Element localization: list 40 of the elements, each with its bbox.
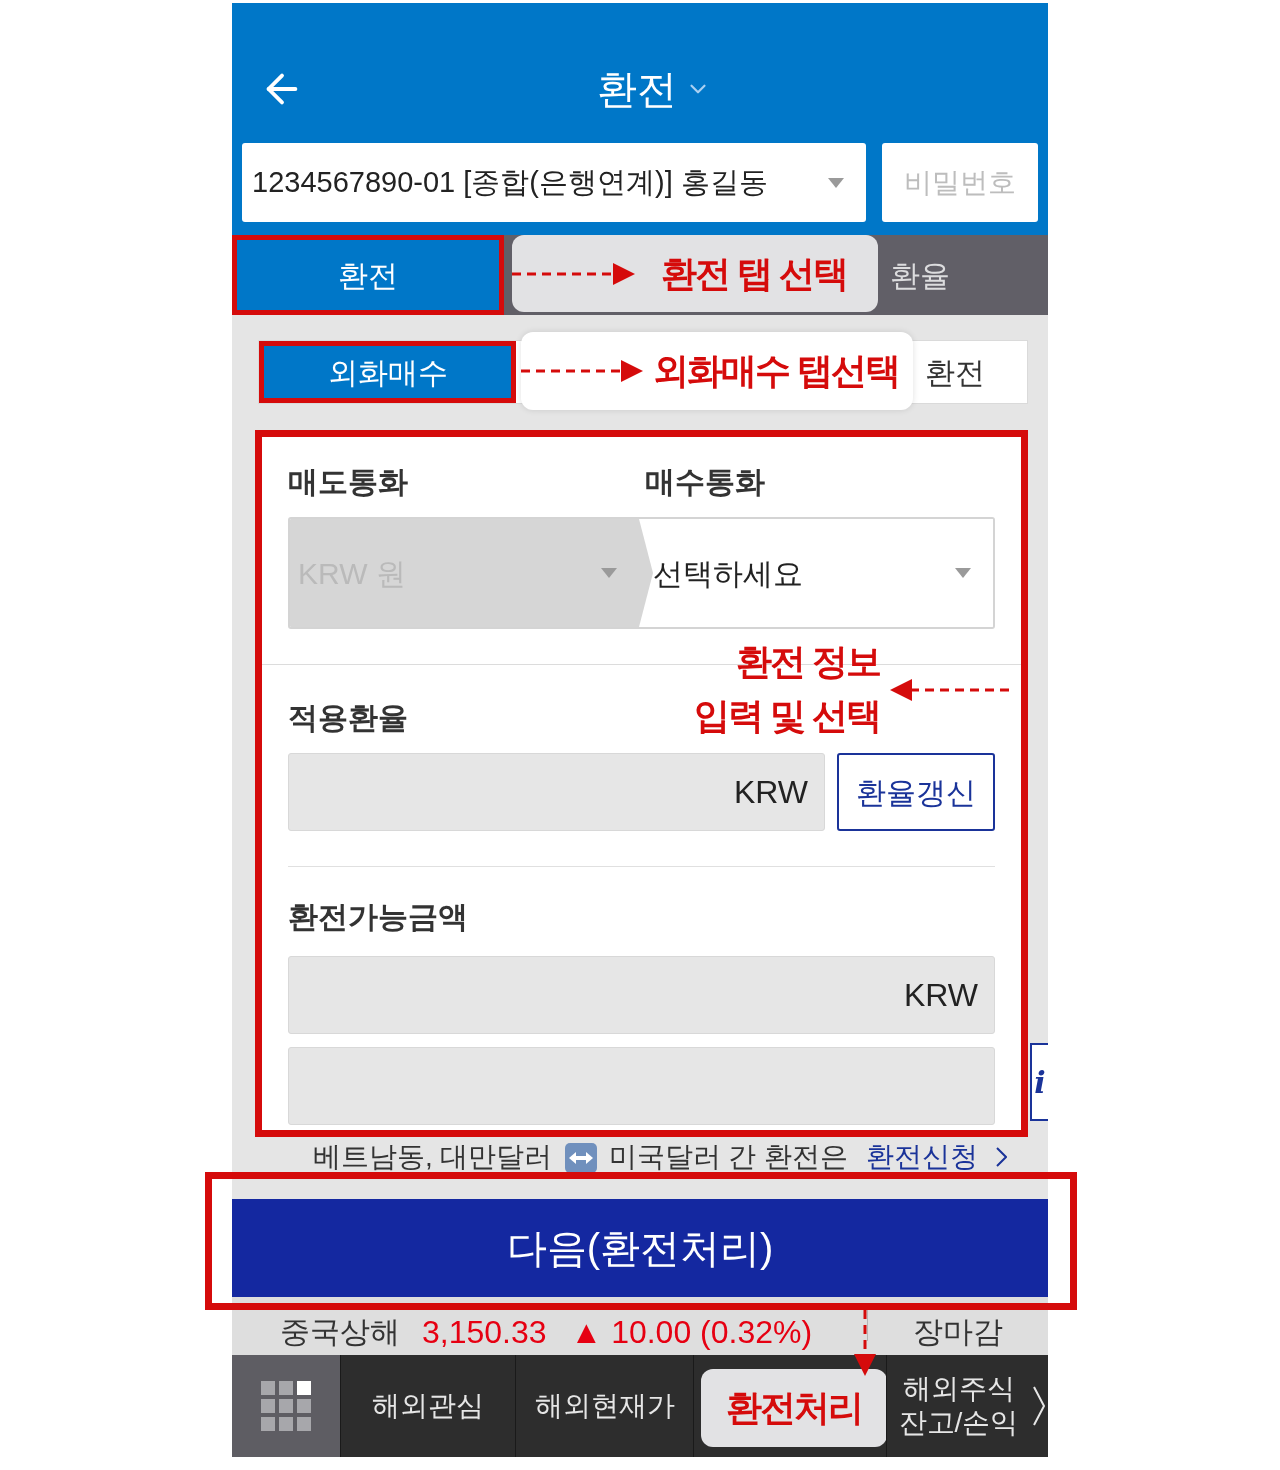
account-dropdown[interactable]: 1234567890-01 [종합(은행연계)] 홍길동 [242, 143, 866, 222]
callout-text: 환전 정보 입력 및 선택 [694, 640, 880, 738]
buy-currency-dropdown[interactable]: 선택하세요 [653, 519, 993, 627]
nav-item[interactable]: 해외현재가 [515, 1355, 693, 1457]
field-label: 매도통화 [288, 467, 408, 497]
info-button[interactable]: i [1030, 1043, 1048, 1121]
swap-arrows-icon [564, 1143, 597, 1173]
amount-field: KRW [288, 956, 995, 1034]
sub-tab[interactable]: 외화매수 [259, 341, 516, 403]
index-change: ▲ 10.00 (0.32%) [570, 1314, 813, 1350]
callout-text: 환전 탭 선택 [661, 251, 847, 296]
dashed-arrow [854, 1310, 876, 1376]
grid-icon [261, 1381, 311, 1431]
field-label: 매수통화 [645, 467, 765, 497]
tab[interactable]: 환전 [232, 235, 504, 315]
nav-item[interactable]: 해외관심 [340, 1355, 515, 1457]
apply-link[interactable]: 환전신청 [866, 1143, 1008, 1171]
callout-text: 외화매수 탭선택 [653, 349, 899, 393]
chevron-right-icon [1033, 1386, 1045, 1426]
index-price: 3,150.33 [422, 1314, 547, 1350]
notice-text: 베트남동, 대만달러 [312, 1143, 553, 1171]
rate-field: KRW [288, 753, 825, 831]
field-label: 적용환율 [288, 703, 408, 733]
menu-button[interactable] [232, 1355, 340, 1457]
market-status: 장마감 [912, 1314, 1004, 1350]
index-name: 중국상해 [280, 1314, 400, 1350]
title-dropdown[interactable]: 환전 [597, 65, 711, 113]
next-button[interactable]: 다음(환전처리) [232, 1199, 1048, 1297]
callout-text: 환전처리 [726, 1386, 862, 1430]
rate-refresh-button[interactable]: 환율갱신 [837, 753, 995, 831]
chevron-right-icon [996, 1147, 1008, 1167]
tab[interactable]: 환율 [878, 235, 1048, 315]
dropdown-caret-icon [955, 568, 971, 578]
field-label: 환전가능금액 [288, 902, 468, 932]
password-field[interactable]: 비밀번호 [882, 143, 1038, 222]
sub-tab[interactable]: 환전 [913, 341, 1027, 403]
nav-item[interactable]: 해외주식 잔고/손익 [886, 1355, 1030, 1457]
dropdown-caret-icon [828, 177, 844, 188]
dropdown-caret-icon [601, 568, 617, 578]
notice-text: 미국달러 간 환전은 [608, 1143, 849, 1171]
